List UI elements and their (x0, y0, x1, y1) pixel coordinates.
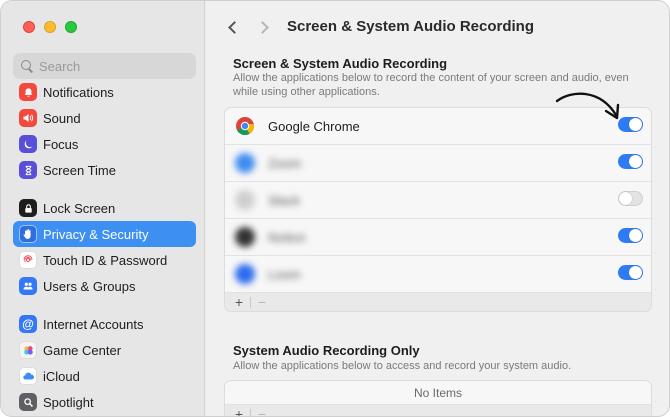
sidebar-item-label: Focus (43, 136, 79, 152)
app-name: Slack (268, 192, 300, 208)
sidebar-item-lock-screen[interactable]: Lock Screen (13, 195, 196, 221)
toggle-knob (619, 192, 632, 205)
sidebar-item-touch-id[interactable]: Touch ID & Password (13, 247, 196, 273)
toolbar: Screen & System Audio Recording (206, 1, 669, 53)
sidebar-item-label: Internet Accounts (43, 316, 144, 332)
empty-list-label: No Items (225, 381, 651, 405)
sidebar-item-screen-time[interactable]: Screen Time (13, 157, 196, 183)
chrome-icon (235, 116, 255, 136)
sidebar-item-label: Notifications (43, 84, 114, 100)
section-title-screen-audio: Screen & System Audio Recording (233, 56, 448, 71)
toggle-knob (629, 229, 642, 242)
sidebar-item-label: Lock Screen (43, 200, 116, 216)
at-icon: @ (19, 315, 37, 333)
sidebar-item-label: iCloud (43, 368, 80, 384)
screen-recording-app-list: Google Chrome Zoom Slack Notion Loom + − (224, 107, 652, 312)
app-name: Google Chrome (268, 118, 360, 134)
section-title-audio-only: System Audio Recording Only (233, 343, 420, 358)
page-title: Screen & System Audio Recording (287, 18, 535, 35)
divider (250, 408, 251, 416)
settings-window: Notifications Sound Focus Screen Time (0, 0, 670, 417)
section-description-audio-only: Allow the applications below to access a… (233, 360, 572, 372)
list-item: Zoom (225, 145, 651, 182)
moon-icon (19, 135, 37, 153)
sidebar-item-privacy-security[interactable]: Privacy & Security (13, 221, 196, 247)
sidebar-group-1: Notifications Sound Focus Screen Time (13, 79, 196, 183)
remove-app-button[interactable]: − (254, 406, 270, 416)
sidebar-item-spotlight[interactable]: Spotlight (13, 389, 196, 415)
sidebar-item-notifications[interactable]: Notifications (13, 79, 196, 105)
minimize-window-button[interactable] (44, 21, 56, 33)
add-app-button[interactable]: + (231, 406, 247, 416)
sidebar-item-label: Game Center (43, 342, 122, 358)
zoom-window-button[interactable] (65, 21, 77, 33)
sidebar-item-users-groups[interactable]: Users & Groups (13, 273, 196, 299)
cloud-icon (19, 367, 37, 385)
app-permission-toggle[interactable] (618, 228, 643, 243)
sidebar-item-label: Screen Time (43, 162, 116, 178)
sidebar-item-label: Touch ID & Password (43, 252, 168, 268)
window-controls (23, 21, 77, 33)
sidebar-item-label: Spotlight (43, 394, 94, 410)
chevron-left-icon (227, 20, 241, 34)
sidebar: Notifications Sound Focus Screen Time (1, 1, 205, 416)
bell-icon (19, 83, 37, 101)
hourglass-icon (19, 161, 37, 179)
forward-button[interactable] (254, 17, 274, 37)
app-name: Zoom (268, 155, 302, 171)
app-name: Notion (268, 229, 306, 245)
close-window-button[interactable] (23, 21, 35, 33)
toggle-knob (629, 118, 642, 131)
content-pane: Screen & System Audio Recording Screen &… (206, 1, 669, 416)
list-footer: + − (225, 405, 651, 416)
speaker-icon (19, 109, 37, 127)
back-button[interactable] (222, 17, 242, 37)
users-icon (19, 277, 37, 295)
app-icon (235, 227, 255, 247)
sidebar-item-label: Privacy & Security (43, 226, 149, 242)
sidebar-item-icloud[interactable]: iCloud (13, 363, 196, 389)
search-icon (21, 60, 33, 72)
app-permission-toggle[interactable] (618, 265, 643, 280)
sidebar-item-internet-accounts[interactable]: @ Internet Accounts (13, 311, 196, 337)
toggle-knob (629, 155, 642, 168)
toggle-knob (629, 266, 642, 279)
add-app-button[interactable]: + (231, 294, 247, 310)
search-input[interactable] (39, 58, 189, 74)
sidebar-item-sound[interactable]: Sound (13, 105, 196, 131)
list-footer: + − (225, 293, 651, 311)
app-permission-toggle[interactable] (618, 191, 643, 206)
sidebar-group-3: @ Internet Accounts Game Center iCloud S… (13, 311, 196, 415)
annotation-arrow-icon (555, 92, 620, 120)
sidebar-item-game-center[interactable]: Game Center (13, 337, 196, 363)
sidebar-item-label: Users & Groups (43, 278, 136, 294)
lock-icon (19, 199, 37, 217)
sidebar-search[interactable] (13, 53, 196, 79)
app-icon (235, 264, 255, 284)
sidebar-group-2: Lock Screen Privacy & Security Touch ID … (13, 195, 196, 299)
fingerprint-icon (19, 251, 37, 269)
spotlight-icon (19, 393, 37, 411)
game-center-icon (19, 341, 37, 359)
sidebar-item-label: Sound (43, 110, 81, 126)
app-permission-toggle[interactable] (618, 154, 643, 169)
chevron-right-icon (255, 20, 269, 34)
audio-only-app-list: No Items + − (224, 380, 652, 416)
app-icon (235, 153, 255, 173)
list-item: Loom (225, 256, 651, 293)
divider (250, 296, 251, 308)
sidebar-item-focus[interactable]: Focus (13, 131, 196, 157)
list-item: Slack (225, 182, 651, 219)
app-name: Loom (268, 266, 301, 282)
hand-icon (19, 225, 37, 243)
app-icon (235, 190, 255, 210)
remove-app-button[interactable]: − (254, 294, 270, 310)
list-item: Notion (225, 219, 651, 256)
